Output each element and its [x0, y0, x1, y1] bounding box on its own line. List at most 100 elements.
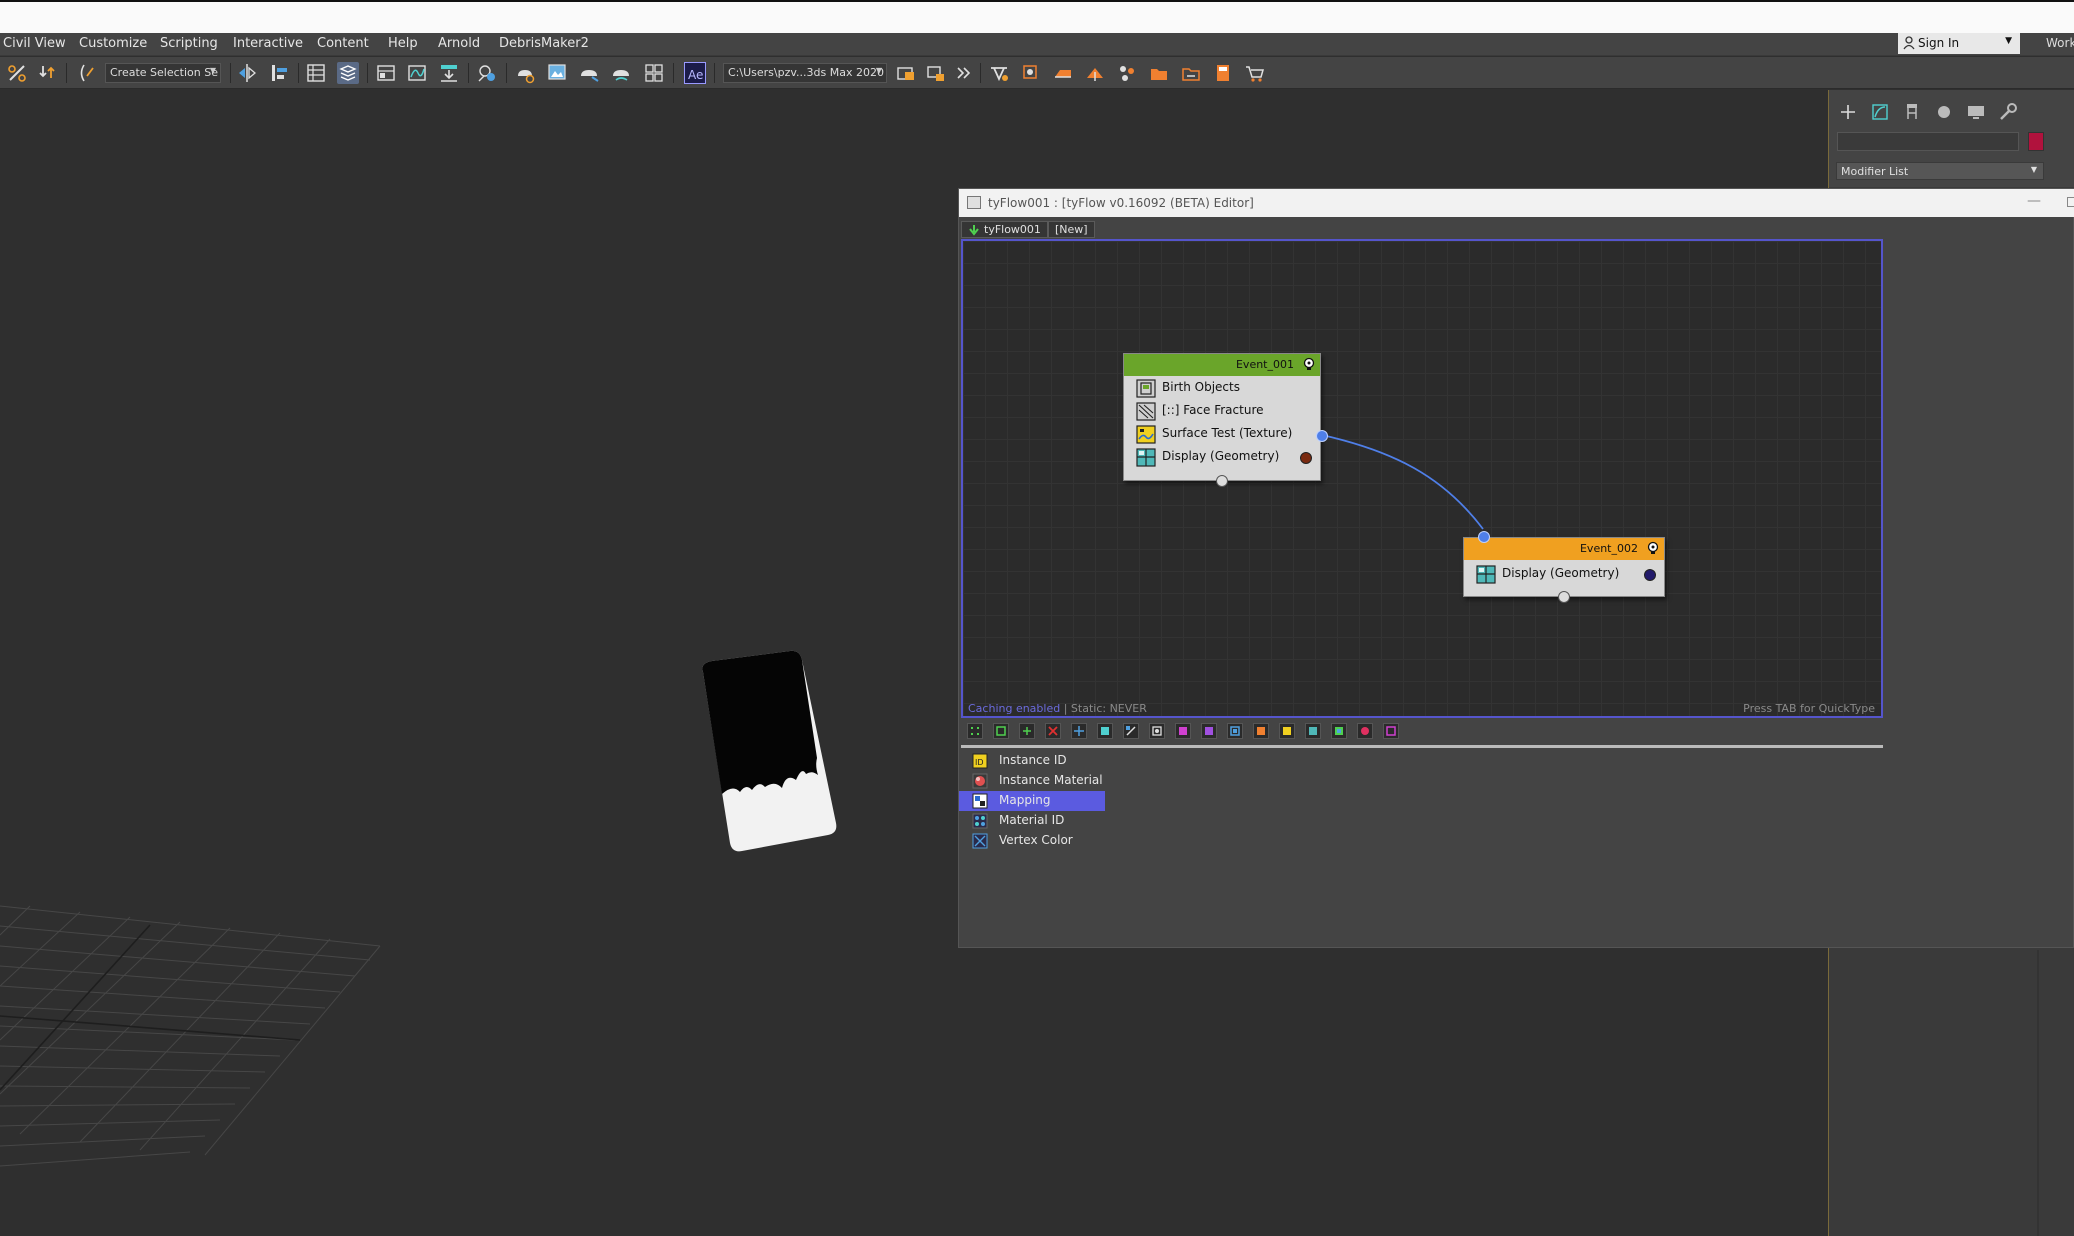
operator-display-geometry[interactable]: Display (Geometry) — [1472, 564, 1656, 585]
unlink-selection-icon[interactable] — [37, 62, 59, 84]
category-scale-icon[interactable] — [1227, 723, 1243, 739]
bind-space-warp-icon[interactable] — [76, 62, 98, 84]
input-port[interactable] — [1478, 531, 1490, 543]
output-port[interactable] — [1316, 430, 1328, 442]
toolbar-overflow-icon[interactable] — [953, 62, 975, 84]
category-test-icon[interactable] — [1279, 723, 1295, 739]
category-export-icon[interactable] — [1331, 723, 1347, 739]
set-project-folder-icon[interactable] — [925, 62, 947, 84]
project-path-dropdown[interactable]: C:\Users\pzv...3ds Max 2020 ▼ — [723, 63, 887, 83]
tyflow-export-icon[interactable] — [1084, 62, 1106, 84]
list-item-instance-material[interactable]: Instance Material — [959, 771, 1105, 791]
layer-explorer-icon[interactable] — [337, 62, 359, 84]
category-custom-icon[interactable] — [1383, 723, 1399, 739]
tyflow-folder-icon[interactable] — [1148, 62, 1170, 84]
curve-editor-icon[interactable] — [406, 62, 428, 84]
object-color-swatch[interactable] — [2028, 132, 2044, 151]
operator-display-geometry[interactable]: Display (Geometry) — [1132, 447, 1312, 468]
list-item-instance-id[interactable]: ID Instance ID — [959, 751, 1105, 771]
menu-help[interactable]: Help — [388, 36, 418, 51]
category-mapping-icon[interactable] — [1123, 723, 1139, 739]
modify-icon[interactable] — [1868, 101, 1892, 123]
menu-civil-view[interactable]: Civil View — [3, 36, 66, 51]
schematic-view-icon[interactable] — [438, 62, 460, 84]
tab-label: tyFlow001 — [984, 223, 1041, 236]
utilities-icon[interactable] — [1996, 101, 2020, 123]
category-display-icon[interactable] — [1305, 723, 1321, 739]
event-node-002[interactable]: Event_002 Display (Geometry) — [1463, 531, 1665, 603]
project-folder-icon[interactable] — [895, 62, 917, 84]
tyflow-preview-icon[interactable] — [1020, 62, 1042, 84]
display-color-swatch[interactable] — [1644, 569, 1656, 581]
display-color-swatch[interactable] — [1300, 452, 1312, 464]
tab-new[interactable]: [New] — [1048, 221, 1095, 238]
category-cloth-icon[interactable] — [1357, 723, 1373, 739]
category-spin-icon[interactable] — [1201, 723, 1217, 739]
modifier-list-dropdown[interactable]: Modifier List ▼ — [1836, 162, 2044, 180]
category-all-icon[interactable] — [967, 723, 983, 739]
list-item-vertex-color[interactable]: Vertex Color — [959, 831, 1105, 851]
menu-customize[interactable]: Customize — [79, 36, 147, 51]
light-bulb-icon[interactable] — [1302, 357, 1316, 372]
tab-tyflow001[interactable]: tyFlow001 — [961, 221, 1048, 238]
tyflow-cart-icon[interactable] — [1244, 62, 1266, 84]
light-bulb-icon[interactable] — [1646, 541, 1660, 556]
create-icon[interactable] — [1836, 101, 1860, 123]
minimize-button[interactable]: — — [2027, 193, 2041, 209]
operator-label: Display (Geometry) — [1162, 449, 1280, 463]
event-header[interactable]: Event_001 — [1124, 354, 1320, 376]
tyflow-open-icon[interactable] — [1180, 62, 1202, 84]
editor-title-bar[interactable]: tyFlow001 : [tyFlow v0.16092 (BETA) Edit… — [959, 189, 2074, 217]
list-item-material-id[interactable]: Material ID — [959, 811, 1105, 831]
tyflow-save-icon[interactable] — [1212, 62, 1234, 84]
event-bottom-port[interactable] — [1558, 591, 1570, 603]
display-icon[interactable] — [1964, 101, 1988, 123]
category-material-icon[interactable] — [1175, 723, 1191, 739]
hierarchy-icon[interactable] — [1900, 101, 1924, 123]
event-node-001[interactable]: Event_001 Birth Objects [::] Face Fractu… — [1123, 353, 1328, 487]
operator-surface-test[interactable]: Surface Test (Texture) — [1132, 424, 1312, 445]
maximize-button[interactable] — [2067, 197, 2074, 207]
select-link-icon[interactable] — [6, 62, 28, 84]
render-production-icon[interactable] — [578, 62, 600, 84]
menu-interactive[interactable]: Interactive — [233, 36, 303, 51]
category-position-icon[interactable] — [1071, 723, 1087, 739]
menu-debrismaker2[interactable]: DebrisMaker2 — [499, 36, 589, 51]
render-gallery-icon[interactable] — [643, 62, 665, 84]
object-name-field[interactable] — [1837, 132, 2019, 151]
render-in-cloud-icon[interactable] — [610, 62, 632, 84]
operator-category-strip — [961, 721, 1883, 743]
operator-face-fracture[interactable]: [::] Face Fracture — [1132, 401, 1312, 422]
category-birth-icon[interactable] — [993, 723, 1009, 739]
align-icon[interactable] — [268, 62, 290, 84]
category-physx-icon[interactable] — [1253, 723, 1269, 739]
selection-set-dropdown[interactable]: Create Selection Se ▼ — [105, 63, 221, 83]
rendered-frame-window-icon[interactable] — [546, 62, 568, 84]
tyflow-particles-icon[interactable] — [1116, 62, 1138, 84]
panel-divider[interactable] — [2037, 950, 2039, 1236]
after-effects-icon[interactable]: Ae — [684, 62, 706, 84]
event-header[interactable]: Event_002 — [1464, 538, 1664, 560]
menu-arnold[interactable]: Arnold — [438, 36, 480, 51]
operator-birth-objects[interactable]: Birth Objects — [1132, 378, 1312, 399]
category-rotation-icon[interactable] — [1149, 723, 1165, 739]
sign-in-dropdown[interactable]: Sign In ▼ — [1898, 33, 2020, 54]
toggle-ribbon-icon[interactable] — [375, 62, 397, 84]
list-item-mapping[interactable]: Mapping — [959, 791, 1105, 811]
category-modifier-icon[interactable] — [1019, 723, 1035, 739]
event-connection-wire — [1321, 434, 1484, 530]
tyflow-icon[interactable] — [988, 62, 1010, 84]
event-bottom-port[interactable] — [1216, 475, 1228, 487]
tyflow-cache-icon[interactable] — [1052, 62, 1074, 84]
category-delete-icon[interactable] — [1045, 723, 1061, 739]
motion-icon[interactable] — [1932, 101, 1956, 123]
workspaces-label[interactable]: Work — [2046, 36, 2074, 50]
menu-content[interactable]: Content — [317, 36, 369, 51]
render-setup-icon[interactable] — [514, 62, 536, 84]
menu-scripting[interactable]: Scripting — [160, 36, 218, 51]
flow-canvas[interactable]: Event_001 Birth Objects [::] Face Fractu… — [961, 239, 1883, 718]
mirror-icon[interactable] — [236, 62, 258, 84]
category-shape-icon[interactable] — [1097, 723, 1113, 739]
scene-explorer-icon[interactable] — [305, 62, 327, 84]
material-editor-icon[interactable] — [476, 62, 498, 84]
